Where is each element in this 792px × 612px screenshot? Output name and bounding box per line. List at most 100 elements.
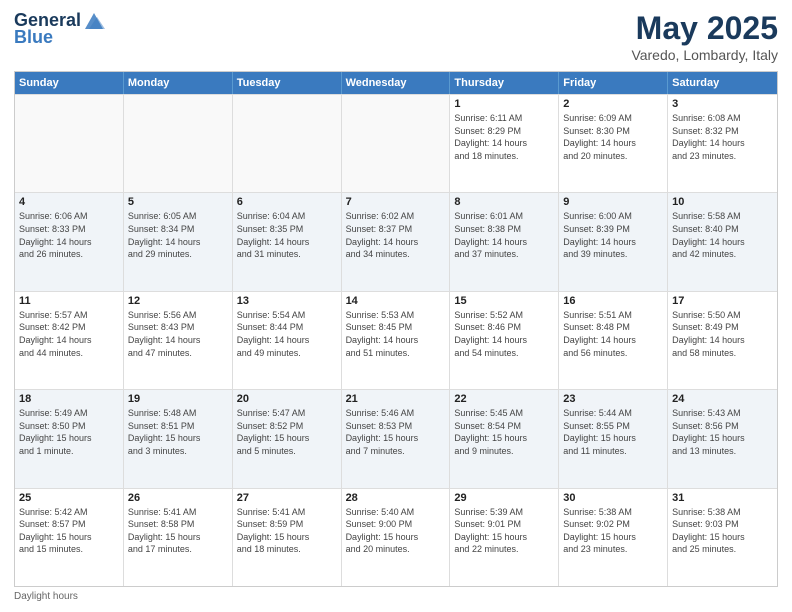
day-cell-12: 12 Sunrise: 5:56 AM Sunset: 8:43 PM Dayli… xyxy=(124,292,233,389)
day-cell-24: 24 Sunrise: 5:43 AM Sunset: 8:56 PM Dayli… xyxy=(668,390,777,487)
day-cell-11: 11 Sunrise: 5:57 AM Sunset: 8:42 PM Dayli… xyxy=(15,292,124,389)
day-number: 29 xyxy=(454,492,554,504)
calendar-row-3: 18 Sunrise: 5:49 AM Sunset: 8:50 PM Dayli… xyxy=(15,389,777,487)
day-info: Sunrise: 5:38 AM Sunset: 9:03 PM Dayligh… xyxy=(672,506,773,556)
footer-note: Daylight hours xyxy=(14,591,778,602)
day-cell-23: 23 Sunrise: 5:44 AM Sunset: 8:55 PM Dayli… xyxy=(559,390,668,487)
day-cell-27: 27Sunrise: 5:41 AM Sunset: 8:59 PM Dayli… xyxy=(233,489,342,586)
day-number: 4 xyxy=(19,196,119,208)
logo-blue-text: Blue xyxy=(14,27,53,48)
day-info: Sunrise: 5:41 AM Sunset: 8:58 PM Dayligh… xyxy=(128,506,228,556)
day-cell-3: 3Sunrise: 6:08 AM Sunset: 8:32 PM Daylig… xyxy=(668,95,777,192)
day-info: Sunrise: 5:57 AM Sunset: 8:42 PM Dayligh… xyxy=(19,309,119,359)
day-cell-26: 26Sunrise: 5:41 AM Sunset: 8:58 PM Dayli… xyxy=(124,489,233,586)
day-number: 15 xyxy=(454,295,554,307)
day-info: Sunrise: 5:56 AM Sunset: 8:43 PM Dayligh… xyxy=(128,309,228,359)
day-number: 1 xyxy=(454,98,554,110)
day-cell-30: 30Sunrise: 5:38 AM Sunset: 9:02 PM Dayli… xyxy=(559,489,668,586)
header: General Blue May 2025 Varedo, Lombardy, … xyxy=(14,10,778,63)
day-info: Sunrise: 5:43 AM Sunset: 8:56 PM Dayligh… xyxy=(672,407,773,457)
day-cell-8: 8 Sunrise: 6:01 AM Sunset: 8:38 PM Daylig… xyxy=(450,193,559,290)
page: General Blue May 2025 Varedo, Lombardy, … xyxy=(0,0,792,612)
calendar-row-2: 11 Sunrise: 5:57 AM Sunset: 8:42 PM Dayli… xyxy=(15,291,777,389)
day-info: Sunrise: 5:53 AM Sunset: 8:45 PM Dayligh… xyxy=(346,309,446,359)
day-info: Sunrise: 5:49 AM Sunset: 8:50 PM Dayligh… xyxy=(19,407,119,457)
day-number: 5 xyxy=(128,196,228,208)
day-number: 8 xyxy=(454,196,554,208)
day-cell-10: 10 Sunrise: 5:58 AM Sunset: 8:40 PM Dayli… xyxy=(668,193,777,290)
day-info: Sunrise: 6:08 AM Sunset: 8:32 PM Dayligh… xyxy=(672,112,773,162)
day-info: Sunrise: 5:40 AM Sunset: 9:00 PM Dayligh… xyxy=(346,506,446,556)
title-area: May 2025 Varedo, Lombardy, Italy xyxy=(631,10,778,63)
calendar-row-1: 4 Sunrise: 6:06 AM Sunset: 8:33 PM Daylig… xyxy=(15,192,777,290)
day-number: 17 xyxy=(672,295,773,307)
day-info: Sunrise: 6:09 AM Sunset: 8:30 PM Dayligh… xyxy=(563,112,663,162)
day-cell-2: 2 Sunrise: 6:09 AM Sunset: 8:30 PM Daylig… xyxy=(559,95,668,192)
day-cell-15: 15Sunrise: 5:52 AM Sunset: 8:46 PM Dayli… xyxy=(450,292,559,389)
day-number: 16 xyxy=(563,295,663,307)
day-info: Sunrise: 6:01 AM Sunset: 8:38 PM Dayligh… xyxy=(454,210,554,260)
header-day-friday: Friday xyxy=(559,72,668,94)
day-number: 11 xyxy=(19,295,119,307)
day-number: 21 xyxy=(346,393,446,405)
day-info: Sunrise: 5:54 AM Sunset: 8:44 PM Dayligh… xyxy=(237,309,337,359)
empty-cell xyxy=(342,95,451,192)
empty-cell xyxy=(233,95,342,192)
day-cell-29: 29 Sunrise: 5:39 AM Sunset: 9:01 PM Dayli… xyxy=(450,489,559,586)
day-number: 12 xyxy=(128,295,228,307)
day-info: Sunrise: 6:02 AM Sunset: 8:37 PM Dayligh… xyxy=(346,210,446,260)
day-cell-18: 18 Sunrise: 5:49 AM Sunset: 8:50 PM Dayli… xyxy=(15,390,124,487)
day-cell-9: 9 Sunrise: 6:00 AM Sunset: 8:39 PM Daylig… xyxy=(559,193,668,290)
day-info: Sunrise: 6:04 AM Sunset: 8:35 PM Dayligh… xyxy=(237,210,337,260)
day-number: 22 xyxy=(454,393,554,405)
day-cell-17: 17Sunrise: 5:50 AM Sunset: 8:49 PM Dayli… xyxy=(668,292,777,389)
day-info: Sunrise: 6:00 AM Sunset: 8:39 PM Dayligh… xyxy=(563,210,663,260)
header-day-sunday: Sunday xyxy=(15,72,124,94)
day-number: 30 xyxy=(563,492,663,504)
day-number: 13 xyxy=(237,295,337,307)
day-number: 31 xyxy=(672,492,773,504)
day-number: 24 xyxy=(672,393,773,405)
header-day-tuesday: Tuesday xyxy=(233,72,342,94)
logo: General Blue xyxy=(14,10,105,48)
day-cell-1: 1Sunrise: 6:11 AM Sunset: 8:29 PM Daylig… xyxy=(450,95,559,192)
day-info: Sunrise: 6:05 AM Sunset: 8:34 PM Dayligh… xyxy=(128,210,228,260)
header-day-monday: Monday xyxy=(124,72,233,94)
day-cell-25: 25Sunrise: 5:42 AM Sunset: 8:57 PM Dayli… xyxy=(15,489,124,586)
empty-cell xyxy=(15,95,124,192)
day-cell-13: 13 Sunrise: 5:54 AM Sunset: 8:44 PM Dayli… xyxy=(233,292,342,389)
day-info: Sunrise: 5:46 AM Sunset: 8:53 PM Dayligh… xyxy=(346,407,446,457)
day-cell-5: 5 Sunrise: 6:05 AM Sunset: 8:34 PM Daylig… xyxy=(124,193,233,290)
day-info: Sunrise: 6:06 AM Sunset: 8:33 PM Dayligh… xyxy=(19,210,119,260)
day-cell-20: 20Sunrise: 5:47 AM Sunset: 8:52 PM Dayli… xyxy=(233,390,342,487)
day-number: 2 xyxy=(563,98,663,110)
main-title: May 2025 xyxy=(631,10,778,47)
day-number: 9 xyxy=(563,196,663,208)
day-cell-6: 6 Sunrise: 6:04 AM Sunset: 8:35 PM Daylig… xyxy=(233,193,342,290)
day-cell-16: 16 Sunrise: 5:51 AM Sunset: 8:48 PM Dayli… xyxy=(559,292,668,389)
day-info: Sunrise: 5:45 AM Sunset: 8:54 PM Dayligh… xyxy=(454,407,554,457)
logo-icon xyxy=(83,11,105,31)
day-cell-31: 31 Sunrise: 5:38 AM Sunset: 9:03 PM Dayli… xyxy=(668,489,777,586)
day-number: 14 xyxy=(346,295,446,307)
day-number: 18 xyxy=(19,393,119,405)
day-number: 27 xyxy=(237,492,337,504)
subtitle: Varedo, Lombardy, Italy xyxy=(631,47,778,63)
header-day-wednesday: Wednesday xyxy=(342,72,451,94)
day-cell-19: 19Sunrise: 5:48 AM Sunset: 8:51 PM Dayli… xyxy=(124,390,233,487)
day-cell-14: 14 Sunrise: 5:53 AM Sunset: 8:45 PM Dayli… xyxy=(342,292,451,389)
day-number: 6 xyxy=(237,196,337,208)
day-number: 7 xyxy=(346,196,446,208)
empty-cell xyxy=(124,95,233,192)
day-cell-4: 4 Sunrise: 6:06 AM Sunset: 8:33 PM Daylig… xyxy=(15,193,124,290)
day-info: Sunrise: 5:58 AM Sunset: 8:40 PM Dayligh… xyxy=(672,210,773,260)
day-info: Sunrise: 5:47 AM Sunset: 8:52 PM Dayligh… xyxy=(237,407,337,457)
day-cell-21: 21 Sunrise: 5:46 AM Sunset: 8:53 PM Dayli… xyxy=(342,390,451,487)
day-cell-7: 7 Sunrise: 6:02 AM Sunset: 8:37 PM Daylig… xyxy=(342,193,451,290)
day-info: Sunrise: 5:51 AM Sunset: 8:48 PM Dayligh… xyxy=(563,309,663,359)
day-info: Sunrise: 5:44 AM Sunset: 8:55 PM Dayligh… xyxy=(563,407,663,457)
day-number: 28 xyxy=(346,492,446,504)
day-number: 10 xyxy=(672,196,773,208)
day-info: Sunrise: 5:39 AM Sunset: 9:01 PM Dayligh… xyxy=(454,506,554,556)
day-number: 23 xyxy=(563,393,663,405)
